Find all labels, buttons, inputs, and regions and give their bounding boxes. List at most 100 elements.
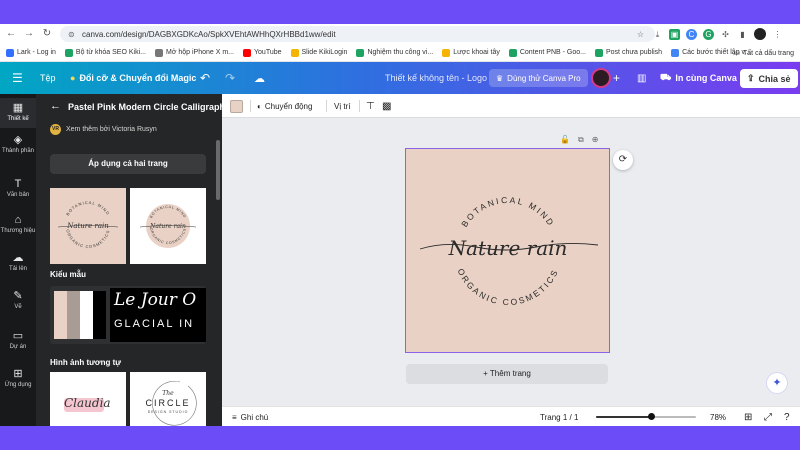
add-page-icon[interactable]: ⊕ — [592, 135, 599, 145]
lock-icon[interactable]: 🔓 — [560, 135, 570, 145]
author-link[interactable]: VR Xem thêm bởi Victoria Rusyn — [50, 124, 157, 135]
browser-toolbar: ← → ↻ ⊜ canva.com/design/DAGBXGDKcAo/Spk… — [0, 24, 800, 44]
paint-roller-icon[interactable]: ⊤ — [366, 94, 375, 118]
position-label: Vị trí — [334, 101, 351, 111]
rail-item-projects[interactable]: ▭ Dự án — [0, 330, 36, 350]
add-collaborator-icon[interactable]: + — [613, 62, 620, 94]
svg-text:BOTANICAL MIND: BOTANICAL MIND — [459, 195, 557, 229]
author-label: Xem thêm bởi Victoria Rusyn — [66, 126, 157, 133]
zoom-slider[interactable] — [596, 413, 696, 420]
reload-icon[interactable]: ↻ — [40, 27, 54, 41]
rail-item-brand[interactable]: ⌂ Thương hiệu — [0, 214, 36, 234]
rail-item-apps[interactable]: ⊞ Ứng dụng — [0, 368, 36, 388]
bookmark-item[interactable]: Bộ từ khóa SEO Kiki... — [64, 48, 146, 57]
site-info-icon[interactable]: ⊜ — [68, 30, 77, 39]
undo-icon[interactable]: ↶ — [200, 62, 210, 94]
youtube-icon — [243, 48, 251, 57]
bookmark-item[interactable]: YouTube — [243, 48, 282, 57]
all-bookmarks[interactable]: ▭ Tất cả dấu trang — [733, 44, 794, 61]
add-page-button[interactable]: + Thêm trang — [406, 364, 608, 384]
user-avatar[interactable] — [591, 68, 611, 88]
thumb-top-text: BOTANICAL MIND — [65, 200, 110, 216]
panel-scrollbar[interactable] — [216, 140, 220, 200]
template-thumbnail[interactable]: BOTANICAL MIND ORGANIC COSMETICS Nature … — [130, 188, 206, 264]
grid-view-icon[interactable]: ⊞ — [744, 407, 752, 427]
extensions-puzzle-icon[interactable]: ✣ — [720, 29, 731, 40]
extension-blue-icon[interactable]: C — [686, 28, 697, 40]
bookmark-item[interactable]: Mở hộp iPhone X m... — [154, 48, 234, 57]
bookmark-icon — [671, 48, 680, 57]
regenerate-icon[interactable]: ⟳ — [613, 150, 633, 170]
document-title[interactable]: Thiết kế không tên - Logo — [385, 62, 487, 94]
bookmark-label: Lark - Log in — [17, 49, 56, 56]
duplicate-icon[interactable]: ⧉ — [578, 135, 584, 145]
toolbar-divider — [326, 100, 327, 112]
print-button[interactable]: ⛟ In cùng Canva — [660, 62, 737, 94]
extension-green-icon[interactable]: ▣ — [669, 28, 680, 40]
download-icon[interactable]: ⤓ — [652, 29, 663, 40]
svg-text:ORGANIC COSMETICS: ORGANIC COSMETICS — [65, 229, 110, 249]
bookmark-item[interactable]: Nghiệm thu công vi... — [356, 48, 433, 57]
try-pro-button[interactable]: ♛ Dùng thử Canva Pro — [489, 69, 588, 87]
template-thumbnail[interactable]: BOTANICAL MIND ORGANIC COSMETICS Nature … — [50, 188, 126, 264]
analytics-icon[interactable]: ▥ — [637, 62, 646, 94]
extension-grammar-icon[interactable]: G — [703, 28, 714, 40]
bookmark-item[interactable]: Lark - Log in — [6, 48, 56, 57]
bookmark-icon — [356, 48, 365, 57]
animate-button[interactable]: ◐ Chuyển động — [257, 94, 312, 118]
rail-item-draw[interactable]: ✎ Vẽ — [0, 290, 36, 310]
thumb-bottom-text: ORGANIC COSMETICS — [65, 229, 109, 249]
notes-label: Ghi chú — [240, 412, 269, 422]
similar-2-sub-text: DESIGN STUDIO — [147, 410, 189, 414]
fullscreen-icon[interactable]: ⤢ — [764, 407, 772, 427]
notes-button[interactable]: ≡ Ghi chú — [232, 407, 268, 427]
position-button[interactable]: Vị trí — [334, 94, 350, 118]
magic-assistant-icon[interactable]: ✦ — [766, 372, 788, 394]
rail-item-design[interactable]: ▦ Thiết kế — [0, 98, 36, 128]
bookmark-item[interactable]: Content PNB - Goo... — [508, 48, 586, 57]
text-icon: T — [14, 178, 22, 190]
profile-avatar[interactable] — [754, 28, 766, 40]
bookmark-icon — [442, 48, 451, 57]
bookmark-item[interactable]: Post chưa publish — [595, 48, 662, 57]
logo-top-text: BOTANICAL MIND — [459, 195, 554, 229]
menu-icon[interactable]: ☰ — [12, 62, 23, 94]
background-color-swatch[interactable] — [230, 100, 243, 113]
address-bar[interactable]: ⊜ canva.com/design/DAGBXGDKcAo/SpkXVEhtA… — [60, 26, 655, 42]
page-indicator[interactable]: Trang 1 / 1 — [540, 407, 578, 427]
extension-icons: ☆ ⤓ ▣ C G ✣ ▮ ⋮ — [635, 26, 783, 42]
rail-item-text[interactable]: T Văn bản — [0, 178, 36, 198]
bookmark-label: Bộ từ khóa SEO Kiki... — [75, 49, 146, 56]
rail-item-uploads[interactable]: ☁ Tải lên — [0, 252, 36, 272]
apply-both-pages-button[interactable]: Áp dụng cả hai trang — [50, 154, 206, 174]
folder-icon: ▭ — [733, 50, 741, 57]
template-panel: ← Pastel Pink Modern Circle Calligraphy … — [36, 94, 222, 426]
rail-label: Tải lên — [8, 266, 27, 272]
browser-menu-icon[interactable]: ⋮ — [772, 29, 783, 40]
zoom-slider-knob[interactable] — [648, 413, 655, 420]
bookmark-item[interactable]: Slide KikiLogin — [290, 48, 347, 57]
zoom-level[interactable]: 78% — [710, 407, 726, 427]
bookmark-icon — [64, 48, 73, 57]
file-label: Tệp — [40, 73, 56, 83]
similar-thumbnail[interactable]: Claudia — [50, 372, 126, 426]
magic-resize-button[interactable]: ● Đổi cỡ & Chuyển đổi Magic — [70, 62, 196, 94]
sidebar-toggle-icon[interactable]: ▮ — [737, 29, 748, 40]
file-menu[interactable]: Tệp — [40, 62, 56, 94]
bookmark-item[interactable]: Lược khoai tây — [442, 48, 500, 57]
back-icon[interactable]: ← — [4, 27, 18, 41]
star-icon[interactable]: ☆ — [635, 29, 646, 40]
forward-icon[interactable]: → — [22, 27, 36, 41]
cloud-save-icon[interactable]: ☁ — [254, 62, 265, 94]
transparency-icon[interactable]: ▩ — [382, 94, 391, 118]
help-icon[interactable]: ? — [784, 407, 790, 427]
rail-item-elements[interactable]: ◈ Thành phần — [0, 134, 36, 154]
similar-thumbnail[interactable]: The CIRCLE DESIGN STUDIO — [130, 372, 206, 426]
style-preview[interactable]: Le Jour O GLACIAL IN — [50, 286, 206, 344]
redo-icon[interactable]: ↷ — [225, 62, 235, 94]
design-page[interactable]: BOTANICAL MIND ORGANIC COSMETICS Nature … — [405, 148, 610, 353]
back-arrow-icon[interactable]: ← — [50, 100, 61, 112]
share-button[interactable]: ⇪ Chia sẻ — [740, 69, 798, 88]
logo-graphic: BOTANICAL MIND ORGANIC COSMETICS Nature … — [419, 195, 599, 307]
side-rail: ▦ Thiết kế ◈ Thành phần T Văn bản ⌂ Thương h… — [0, 94, 36, 426]
